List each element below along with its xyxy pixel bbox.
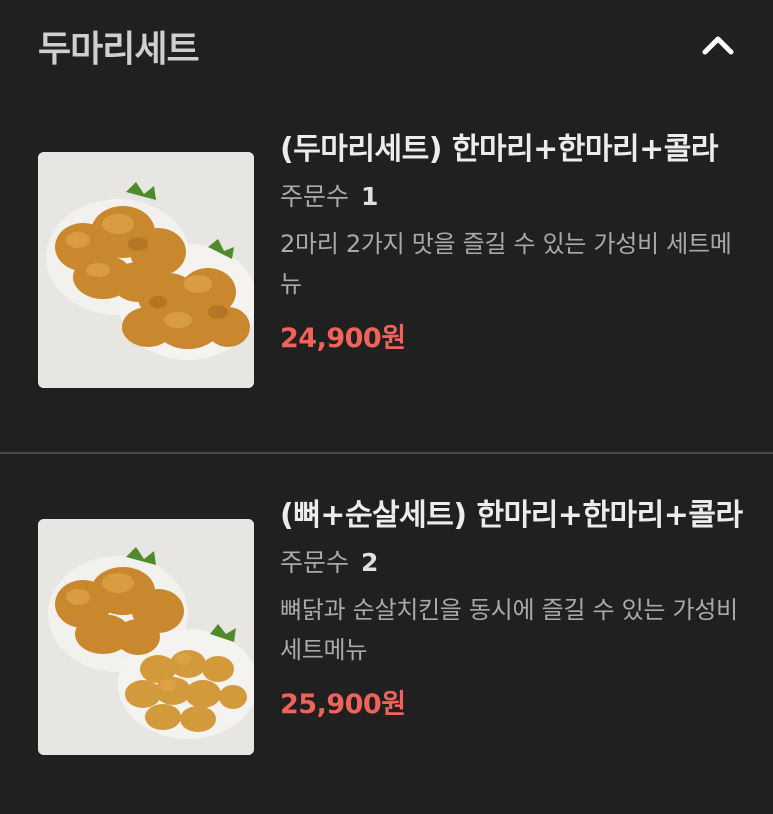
chevron-up-icon — [702, 36, 734, 55]
section-header[interactable]: 두마리세트 — [0, 0, 773, 90]
fried-chicken-photo-icon — [38, 519, 254, 755]
menu-item-info: (두마리세트) 한마리+한마리+콜라 주문수 1 2마리 2가지 맛을 즐길 수… — [280, 128, 750, 355]
menu-item-image — [38, 152, 254, 388]
fried-chicken-photo-icon — [38, 152, 254, 388]
order-count-row: 주문수 1 — [280, 180, 750, 214]
menu-item-price: 24,900원 — [280, 323, 406, 354]
menu-item-description: 2마리 2가지 맛을 즐길 수 있는 가성비 세트메뉴 — [280, 230, 732, 298]
collapse-button[interactable] — [696, 25, 740, 65]
order-count-value: 1 — [360, 182, 379, 211]
menu-item[interactable]: (뼈+순살세트) 한마리+한마리+콜라 주문수 2 뼈닭과 순살치킨을 동시에 … — [0, 454, 773, 814]
menu-item-info: (뼈+순살세트) 한마리+한마리+콜라 주문수 2 뼈닭과 순살치킨을 동시에 … — [280, 494, 750, 721]
menu-item-name: (두마리세트) 한마리+한마리+콜라 — [280, 132, 718, 167]
menu-item-image — [38, 519, 254, 755]
order-count-row: 주문수 2 — [280, 546, 750, 580]
order-count-value: 2 — [360, 548, 379, 577]
menu-item[interactable]: (두마리세트) 한마리+한마리+콜라 주문수 1 2마리 2가지 맛을 즐길 수… — [0, 90, 773, 452]
section-title: 두마리세트 — [38, 29, 200, 70]
order-count-label: 주문수 — [280, 548, 350, 577]
menu-item-name: (뼈+순살세트) 한마리+한마리+콜라 — [280, 498, 743, 533]
menu-item-price: 25,900원 — [280, 689, 406, 720]
order-count-label: 주문수 — [280, 182, 350, 211]
menu-item-description: 뼈닭과 순살치킨을 동시에 즐길 수 있는 가성비 세트메뉴 — [280, 596, 738, 664]
